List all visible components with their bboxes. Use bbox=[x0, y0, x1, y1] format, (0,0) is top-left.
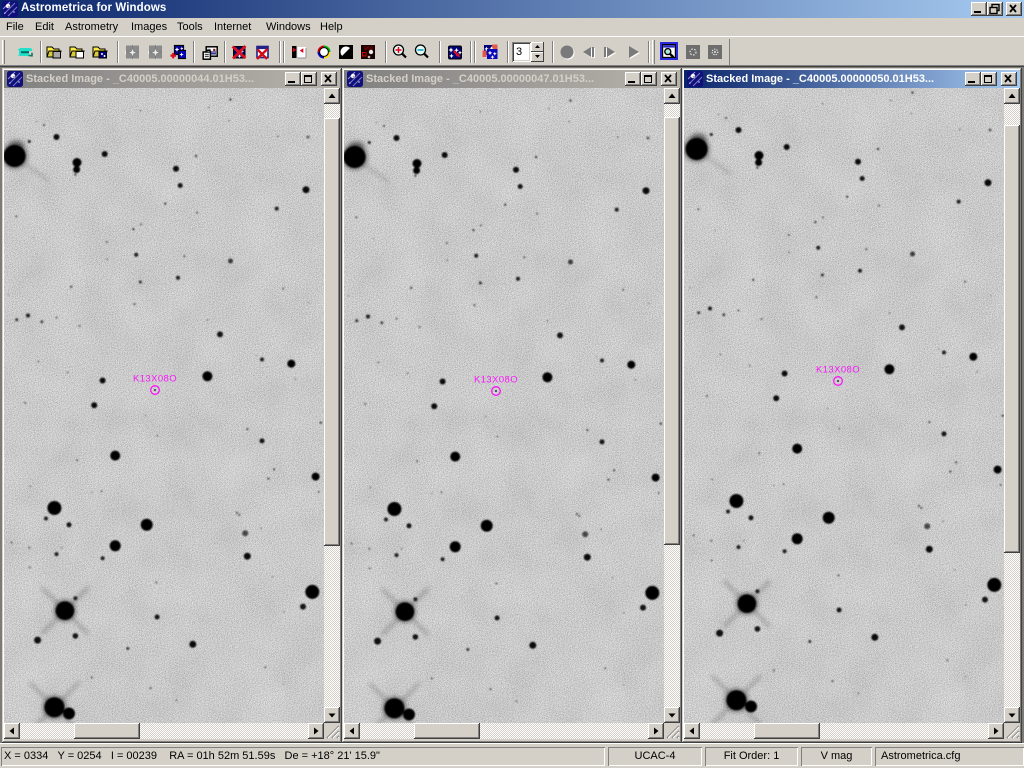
svg-text:K13X08O: K13X08O bbox=[133, 374, 177, 385]
svg-text:K13X08O: K13X08O bbox=[474, 375, 518, 386]
svg-text:K13X08O: K13X08O bbox=[816, 365, 860, 376]
